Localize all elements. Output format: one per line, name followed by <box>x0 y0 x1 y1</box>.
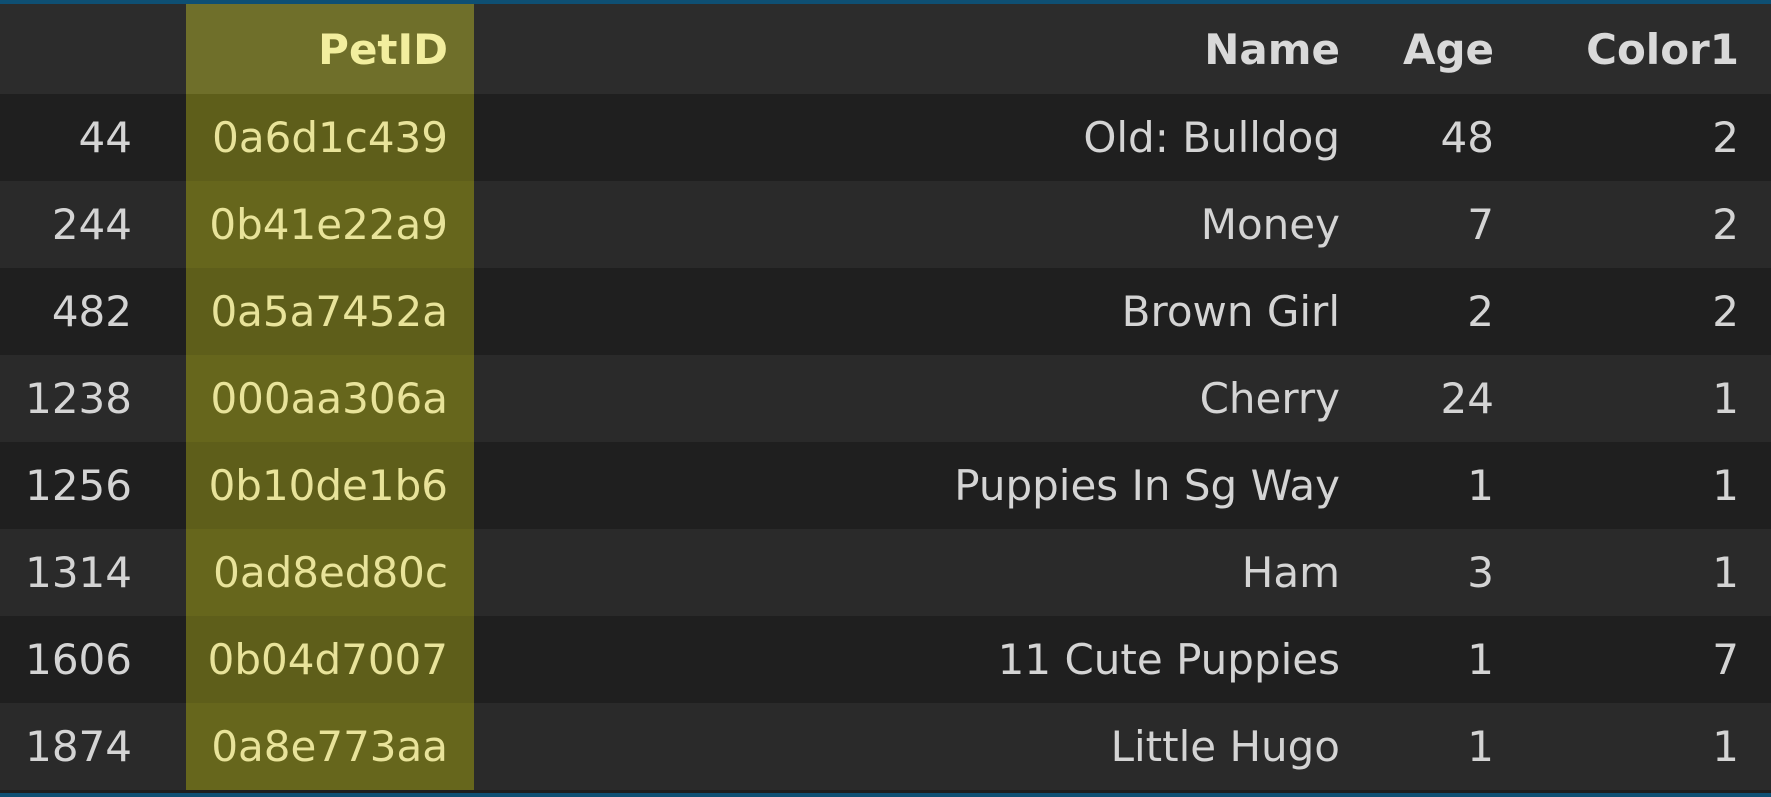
row-index: 44 <box>78 113 132 162</box>
column-header-petid[interactable]: PetID <box>186 4 474 94</box>
row-index: 1874 <box>25 722 132 771</box>
cell-petid[interactable]: 0b10de1b6 <box>186 442 474 529</box>
cell-petid[interactable]: 0b04d7007 <box>186 616 474 703</box>
cell-age[interactable]: 2 <box>1370 268 1524 355</box>
cell-petid[interactable]: 0a6d1c439 <box>186 94 474 181</box>
row-index: 482 <box>51 287 132 336</box>
table-row[interactable]: 482 0a5a7452a Brown Girl 2 2 <box>0 268 1771 355</box>
cell-petid[interactable]: 0ad8ed80c <box>186 529 474 616</box>
header-row: PetID Name Age Color1 <box>0 4 1771 94</box>
cell-petid[interactable]: 0a5a7452a <box>186 268 474 355</box>
table-row[interactable]: 244 0b41e22a9 Money 7 2 <box>0 181 1771 268</box>
cell-petid[interactable]: 0b41e22a9 <box>186 181 474 268</box>
row-index: 244 <box>51 200 132 249</box>
cell-petid[interactable]: 000aa306a <box>186 355 474 442</box>
dataframe-view: PetID Name Age Color1 44 0a6d1c439 Old: … <box>0 0 1771 797</box>
table-row[interactable]: 44 0a6d1c439 Old: Bulldog 48 2 <box>0 94 1771 181</box>
table-row[interactable]: 1314 0ad8ed80c Ham 3 1 <box>0 529 1771 616</box>
row-index: 1256 <box>25 461 132 510</box>
cell-color1[interactable]: 1 <box>1524 355 1771 442</box>
cell-color1[interactable]: 7 <box>1524 616 1771 703</box>
column-header-age[interactable]: Age <box>1370 4 1524 94</box>
table-header: PetID Name Age Color1 <box>0 4 1771 94</box>
cell-color1[interactable]: 1 <box>1524 442 1771 529</box>
cell-age[interactable]: 48 <box>1370 94 1524 181</box>
cell-name[interactable]: Little Hugo <box>474 703 1370 790</box>
cell-age[interactable]: 3 <box>1370 529 1524 616</box>
cell-age[interactable]: 1 <box>1370 442 1524 529</box>
cell-color1[interactable]: 1 <box>1524 529 1771 616</box>
cell-name[interactable]: Ham <box>474 529 1370 616</box>
cell-name[interactable]: 11 Cute Puppies <box>474 616 1370 703</box>
column-header-name[interactable]: Name <box>474 4 1370 94</box>
row-index: 1606 <box>25 635 132 684</box>
row-index: 1314 <box>25 548 132 597</box>
cell-color1[interactable]: 2 <box>1524 268 1771 355</box>
cell-color1[interactable]: 2 <box>1524 94 1771 181</box>
cell-age[interactable]: 1 <box>1370 703 1524 790</box>
table-row[interactable]: 1256 0b10de1b6 Puppies In Sg Way 1 1 <box>0 442 1771 529</box>
cell-name[interactable]: Brown Girl <box>474 268 1370 355</box>
column-header-color1[interactable]: Color1 <box>1524 4 1771 94</box>
cell-age[interactable]: 24 <box>1370 355 1524 442</box>
cell-age[interactable]: 1 <box>1370 616 1524 703</box>
cell-name[interactable]: Cherry <box>474 355 1370 442</box>
table-body: 44 0a6d1c439 Old: Bulldog 48 2 244 0b41e… <box>0 94 1771 790</box>
table-row[interactable]: 1238 000aa306a Cherry 24 1 <box>0 355 1771 442</box>
row-index: 1238 <box>25 374 132 423</box>
cell-age[interactable]: 7 <box>1370 181 1524 268</box>
cell-color1[interactable]: 2 <box>1524 181 1771 268</box>
cell-name[interactable]: Old: Bulldog <box>474 94 1370 181</box>
cell-name[interactable]: Money <box>474 181 1370 268</box>
column-header-index[interactable] <box>0 4 186 94</box>
table-row[interactable]: 1606 0b04d7007 11 Cute Puppies 1 7 <box>0 616 1771 703</box>
cell-petid[interactable]: 0a8e773aa <box>186 703 474 790</box>
dataframe-table: PetID Name Age Color1 44 0a6d1c439 Old: … <box>0 4 1771 790</box>
cell-color1[interactable]: 1 <box>1524 703 1771 790</box>
cell-name[interactable]: Puppies In Sg Way <box>474 442 1370 529</box>
table-row[interactable]: 1874 0a8e773aa Little Hugo 1 1 <box>0 703 1771 790</box>
